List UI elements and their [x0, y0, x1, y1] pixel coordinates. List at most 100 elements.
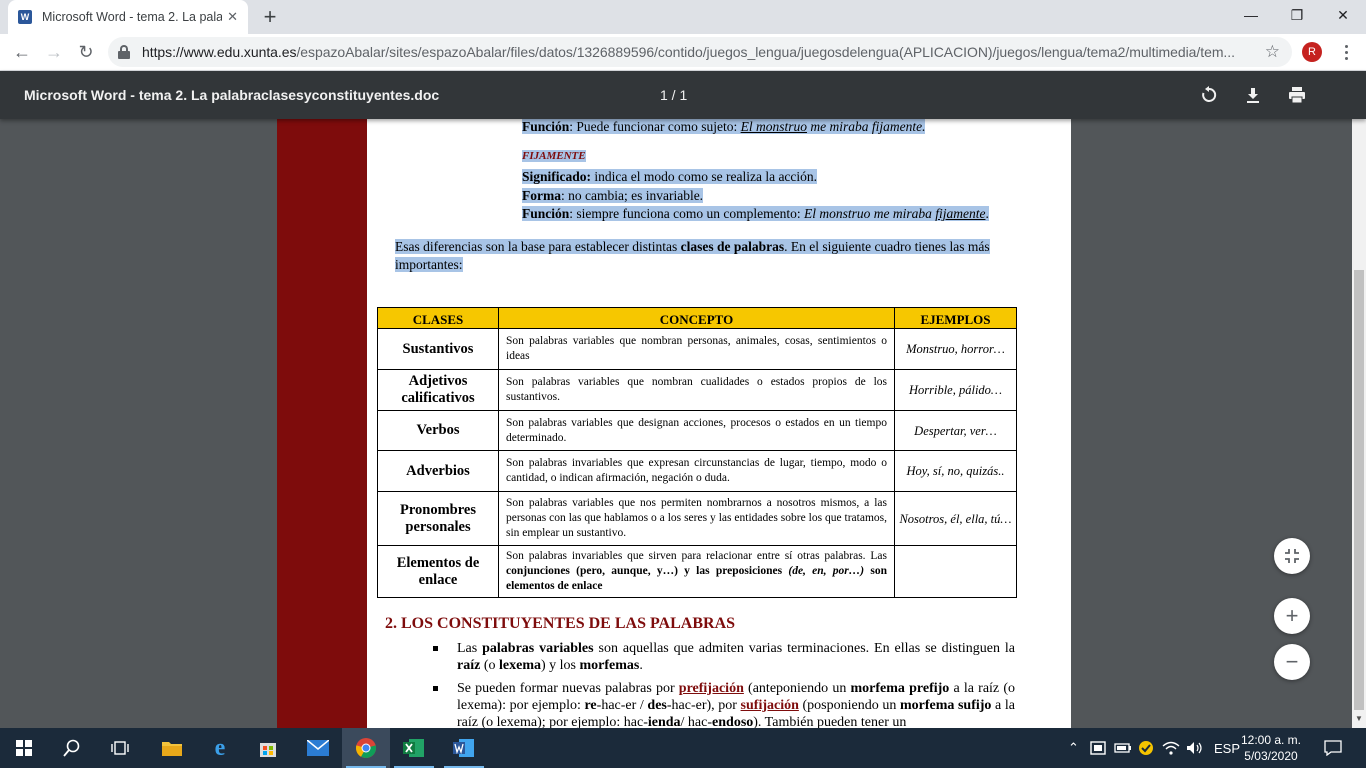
- tab-strip: W Microsoft Word - tema 2. La palabracla…: [0, 0, 1366, 34]
- close-window-button[interactable]: ✕: [1320, 0, 1366, 30]
- doc-line-forma: Forma: no cambia; es invariable.: [522, 188, 704, 203]
- scroll-down-arrow-icon[interactable]: ▼: [1352, 712, 1366, 726]
- bookmark-star-icon[interactable]: ☆: [1265, 42, 1280, 62]
- volume-icon[interactable]: [1186, 728, 1204, 768]
- word-classes-table: CLASES CONCEPTO EJEMPLOS Sustantivos Son…: [377, 307, 1017, 598]
- forward-icon[interactable]: →: [40, 38, 68, 66]
- print-icon[interactable]: [1285, 83, 1309, 107]
- concepto-cell: Son palabras invariables que sirven para…: [498, 545, 895, 598]
- table-row: Sustantivos Son palabras variables que n…: [377, 328, 1017, 370]
- ejemplos-cell: [894, 545, 1017, 598]
- windows-start-icon[interactable]: [0, 728, 48, 768]
- table-header-row: CLASES CONCEPTO EJEMPLOS: [377, 307, 1017, 329]
- browser-tab[interactable]: W Microsoft Word - tema 2. La palabracla…: [8, 0, 248, 34]
- pdf-toolbar: Microsoft Word - tema 2. La palabraclase…: [0, 71, 1366, 119]
- excel-icon[interactable]: [390, 728, 438, 768]
- lock-icon[interactable]: [118, 45, 130, 59]
- url-host: https://www.edu.xunta.es: [142, 44, 297, 60]
- notifications-icon[interactable]: [1324, 728, 1342, 768]
- task-view-icon[interactable]: [96, 728, 144, 768]
- reload-icon[interactable]: ↻: [72, 38, 100, 66]
- minimize-button[interactable]: —: [1228, 0, 1274, 30]
- pdf-title: Microsoft Word - tema 2. La palabraclase…: [24, 87, 440, 103]
- header-ejemplos: EJEMPLOS: [894, 307, 1017, 329]
- ejemplos-cell: Monstruo, horror…: [894, 328, 1017, 370]
- download-icon[interactable]: [1241, 83, 1265, 107]
- norton-security-icon[interactable]: [1138, 728, 1154, 768]
- restore-button[interactable]: ❐: [1274, 0, 1320, 30]
- page-indicator: 1 / 1: [660, 87, 688, 103]
- concepto-text: Son palabras invariables que sirven para…: [506, 550, 887, 562]
- windows-taskbar: e ⌃ ESP 12:00 a. m. 5/03/2020: [0, 728, 1366, 768]
- section-title: 2. LOS CONSTITUYENTES DE LAS PALABRAS: [385, 615, 736, 632]
- ejemplos-cell: Despertar, ver…: [894, 410, 1017, 451]
- concepto-bold: conjunciones (pero, aunque, y…) y las pr…: [506, 565, 789, 577]
- header-clases: CLASES: [377, 307, 499, 329]
- clase-cell: Adjetivos calificativos: [377, 369, 499, 411]
- clock[interactable]: 12:00 a. m. 5/03/2020: [1238, 732, 1304, 764]
- address-bar[interactable]: https://www.edu.xunta.es/espazoAbalar/si…: [108, 37, 1292, 67]
- doc-line-funcion-2: Función: siempre funciona como un comple…: [522, 206, 989, 221]
- fijamente-heading: FIJAMENTE: [522, 150, 586, 162]
- concepto-cell: Son palabras variables que designan acci…: [498, 410, 895, 451]
- battery-icon[interactable]: [1114, 728, 1132, 768]
- word-favicon-icon: W: [18, 10, 32, 24]
- table-row: Verbos Son palabras variables que design…: [377, 410, 1017, 451]
- doc-line-significado: Significado: indica el modo como se real…: [522, 169, 818, 184]
- zoom-out-icon[interactable]: −: [1274, 644, 1310, 680]
- tab-close-icon[interactable]: ✕: [227, 9, 238, 25]
- concepto-italic: (de, en, por…): [788, 565, 865, 577]
- back-icon[interactable]: ←: [8, 38, 36, 66]
- clase-cell: Sustantivos: [377, 328, 499, 370]
- mail-icon[interactable]: [294, 728, 342, 768]
- clase-cell: Elementos de enlace: [377, 545, 499, 598]
- pdf-viewport: Función: Puede funcionar como sujeto: El…: [0, 119, 1352, 728]
- ejemplos-cell: Horrible, pálido…: [894, 369, 1017, 411]
- bullet-square-icon: [433, 681, 447, 695]
- doc-intro-line-2: importantes:: [395, 257, 463, 272]
- bullet-paragraph-1: Las palabras variables son aquellas que …: [457, 641, 1015, 673]
- new-tab-button[interactable]: +: [258, 5, 282, 29]
- clock-date: 5/03/2020: [1244, 749, 1298, 763]
- concepto-cell: Son palabras variables que nos permiten …: [498, 491, 895, 546]
- table-row: Elementos de enlace Son palabras invaria…: [377, 545, 1017, 598]
- fit-page-icon[interactable]: [1274, 538, 1310, 574]
- header-concepto: CONCEPTO: [498, 307, 895, 329]
- concepto-cell: Son palabras variables que nombran perso…: [498, 328, 895, 370]
- table-row: Pronombres personales Son palabras varia…: [377, 491, 1017, 546]
- clase-cell: Pronombres personales: [377, 491, 499, 546]
- zoom-in-icon[interactable]: +: [1274, 598, 1310, 634]
- doc-line-funcion-1: Función: Puede funcionar como sujeto: El…: [522, 119, 926, 134]
- bullet-square-icon: [433, 641, 447, 655]
- store-icon[interactable]: [244, 728, 292, 768]
- wifi-icon[interactable]: [1162, 728, 1180, 768]
- table-row: Adverbios Son palabras invariables que e…: [377, 450, 1017, 492]
- clase-cell: Adverbios: [377, 450, 499, 492]
- ejemplos-cell: Nosotros, él, ella, tú…: [894, 491, 1017, 546]
- word-icon[interactable]: [440, 728, 488, 768]
- file-explorer-icon[interactable]: [148, 728, 196, 768]
- chrome-icon[interactable]: [342, 728, 390, 768]
- url-path: /espazoAbalar/sites/espazoAbalar/files/d…: [296, 44, 1235, 60]
- show-hidden-icons-icon[interactable]: ⌃: [1068, 728, 1079, 768]
- doc-intro-line-1: Esas diferencias son la base para establ…: [395, 239, 990, 254]
- profile-avatar[interactable]: R: [1302, 42, 1322, 62]
- concepto-cell: Son palabras invariables que expresan ci…: [498, 450, 895, 492]
- tray-app-icon[interactable]: [1090, 728, 1106, 768]
- rotate-icon[interactable]: [1197, 83, 1221, 107]
- search-icon[interactable]: [48, 728, 96, 768]
- url-text[interactable]: https://www.edu.xunta.es/espazoAbalar/si…: [142, 44, 1262, 60]
- edge-browser-icon[interactable]: e: [196, 728, 244, 768]
- clock-time: 12:00 a. m.: [1240, 733, 1302, 747]
- browser-toolbar: ← → ↻ https://www.edu.xunta.es/espazoAba…: [0, 34, 1366, 71]
- tab-title: Microsoft Word - tema 2. La palabraclase…: [42, 10, 222, 24]
- pdf-page: Función: Puede funcionar como sujeto: El…: [277, 119, 1071, 728]
- bullet-paragraph-2: Se pueden formar nuevas palabras por pre…: [457, 681, 1015, 728]
- table-row: Adjetivos calificativos Son palabras var…: [377, 369, 1017, 411]
- input-language[interactable]: ESP: [1214, 728, 1240, 768]
- scrollbar-thumb[interactable]: [1354, 270, 1364, 710]
- clase-cell: Verbos: [377, 410, 499, 451]
- concepto-cell: Son palabras variables que nombran cuali…: [498, 369, 895, 411]
- menu-kebab-icon[interactable]: [1336, 41, 1356, 63]
- document-content: Función: Puede funcionar como sujeto: El…: [277, 119, 1071, 728]
